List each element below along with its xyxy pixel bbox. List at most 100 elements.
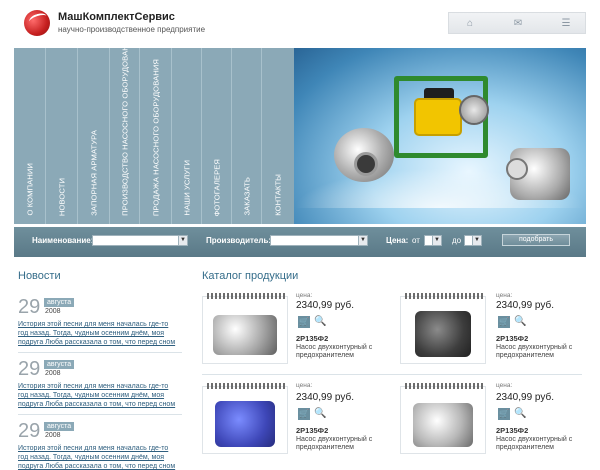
price-caption: цена: [496,382,513,389]
pump-photo [413,403,473,447]
product-price: 2340,99 руб. [496,300,554,311]
news-month: августа [44,422,75,431]
product-desc: Насос двухконтурный с предохранителем [496,436,573,451]
nav-label: ЗАКАЗАТЬ [242,177,251,216]
hero-image [294,48,586,224]
cart-icon[interactable]: 🛒 [498,316,510,328]
news-item: 29 августа 2008 История этой песни для м… [18,358,182,410]
news-title[interactable]: Новости [18,270,61,282]
name-select[interactable]: ▼ [92,235,188,246]
product-price: 2340,99 руб. [496,392,554,403]
cart-icon[interactable]: 🛒 [298,408,310,420]
pump-photo [213,315,277,355]
nav-item-news[interactable]: НОВОСТИ [46,48,78,224]
product-code: 2Р135Ф2 [296,426,329,435]
chevron-down-icon: ▼ [432,236,441,245]
cart-icon[interactable]: 🛒 [298,316,310,328]
cart-icon[interactable]: 🛒 [498,408,510,420]
nav-item-company[interactable]: О КОМПАНИИ [14,48,46,224]
news-month: августа [44,298,75,307]
nav-label: КОНТАКТЫ [273,174,283,216]
news-link[interactable]: История этой песни для меня началась где… [18,444,180,470]
producer-label: Производитель: [206,236,272,245]
news-day: 29 [18,420,41,442]
nav-item-contacts[interactable]: КОНТАКТЫ [262,48,294,224]
nav-label: ФОТОГАЛЕРЕЯ [212,158,221,216]
news-link[interactable]: История этой песни для меня началась где… [18,382,180,409]
notebook-spiral [405,293,483,299]
nav-item-order[interactable]: ЗАКАЗАТЬ [232,48,262,224]
nav-label: НОВОСТИ [57,177,66,216]
divider [18,352,182,353]
producer-select[interactable]: ▼ [270,235,368,246]
product-image[interactable] [202,383,288,454]
nav-item-valves[interactable]: ЗАПОРНАЯ АРМАТУРА [78,48,110,224]
nav-item-services[interactable]: НАШИ УСЛУГИ [172,48,202,224]
magnifier-icon[interactable]: 🔍 [314,316,326,328]
magnifier-icon[interactable]: 🔍 [314,408,326,420]
pump-photo [415,311,471,357]
top-icon-bar: ⌂ ✉ ☰ [448,12,586,34]
price-from-label: от [412,236,420,245]
price-from-select[interactable]: ▼ [424,235,442,246]
product-image[interactable] [202,293,288,364]
home-icon[interactable]: ⌂ [463,16,477,30]
nav-item-gallery[interactable]: ФОТОГАЛЕРЕЯ [202,48,232,224]
notebook-spiral [207,383,285,389]
product-image[interactable] [400,383,486,454]
news-year: 2008 [45,308,61,315]
news-link[interactable]: История этой песни для меня началась где… [18,320,180,347]
notebook-spiral [405,383,483,389]
product-desc: Насос двухконтурный с предохранителем [296,344,373,359]
name-label: Наименование: [32,236,94,245]
notebook-spiral [207,293,285,299]
engine-body [414,98,462,136]
chevron-down-icon: ▼ [358,236,367,245]
find-button[interactable]: подобрать [502,234,570,246]
chevron-down-icon: ▼ [178,236,187,245]
pump-left-inlet [354,152,378,176]
news-item: 29 августа 2008 История этой песни для м… [18,420,182,470]
chevron-down-icon: ▼ [472,236,481,245]
nav-item-sales[interactable]: ПРОДАЖА НАСОСНОГО ОБОРУДОВАНИЯ [140,48,172,224]
price-caption: цена: [496,292,513,299]
magnifier-icon[interactable]: 🔍 [514,316,526,328]
nav-label: ПРОИЗВОДСТВО НАСОСНОГО ОБОРУДОВАНИЯ [120,48,129,216]
sitemap-icon[interactable]: ☰ [559,16,573,30]
news-year: 2008 [45,432,61,439]
news-item: 29 августа 2008 История этой песни для м… [18,296,182,348]
product-price: 2340,99 руб. [296,300,354,311]
product-image[interactable] [400,293,486,364]
price-caption: цена: [296,382,313,389]
price-to-select[interactable]: ▼ [464,235,482,246]
news-day: 29 [18,358,41,380]
news-month: августа [44,360,75,369]
product-price: 2340,99 руб. [296,392,354,403]
magnifier-icon[interactable]: 🔍 [514,408,526,420]
product-desc: Насос двухконтурный с предохранителем [496,344,573,359]
catalog-title[interactable]: Каталог продукции [202,270,298,282]
price-label: Цена: [386,236,409,245]
brand-tagline: научно-производственное предприятие [58,25,206,34]
divider [18,414,182,415]
search-bar: Наименование: ▼ Производитель: ▼ Цена: о… [14,227,586,257]
nav-item-production[interactable]: ПРОИЗВОДСТВО НАСОСНОГО ОБОРУДОВАНИЯ [110,48,140,224]
product-desc: Насос двухконтурный с предохранителем [296,436,373,451]
pump-photo [215,401,275,447]
news-year: 2008 [45,370,61,377]
price-caption: цена: [296,292,313,299]
pump-right-flange [506,158,528,180]
vertical-nav: О КОМПАНИИ НОВОСТИ ЗАПОРНАЯ АРМАТУРА ПРО… [14,48,294,224]
hero-banner: О КОМПАНИИ НОВОСТИ ЗАПОРНАЯ АРМАТУРА ПРО… [14,48,586,224]
product-code: 2Р135Ф2 [496,426,529,435]
news-day: 29 [18,296,41,318]
price-to-label: до [452,236,462,245]
product-code: 2Р135Ф2 [496,334,529,343]
nav-label: О КОМПАНИИ [25,163,34,216]
nav-label: ПРОДАЖА НАСОСНОГО ОБОРУДОВАНИЯ [151,58,160,216]
mail-icon[interactable]: ✉ [511,16,525,30]
divider [202,374,582,375]
product-code: 2Р135Ф2 [296,334,329,343]
nav-label: НАШИ УСЛУГИ [182,160,191,216]
brand-name[interactable]: МашКомплектСервис [58,11,175,23]
